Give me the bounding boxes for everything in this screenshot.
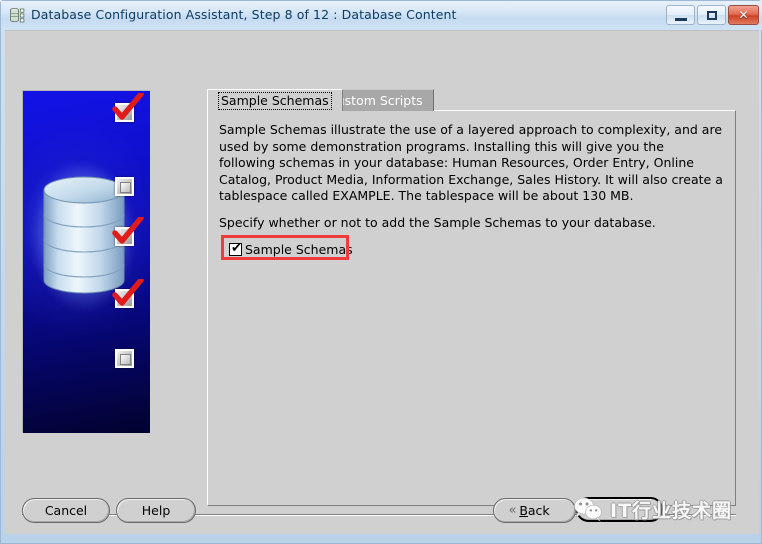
close-button[interactable]: ✕ xyxy=(728,5,759,25)
database-cylinder-icon xyxy=(43,176,125,294)
sample-schemas-checkbox-row[interactable]: ✔ Sample Schemas xyxy=(229,242,353,257)
cancel-button-label: Cancel xyxy=(44,503,88,518)
tab-content-panel: Sample Schemas illustrate the use of a l… xyxy=(207,110,736,506)
close-icon: ✕ xyxy=(738,8,749,22)
help-button[interactable]: Help xyxy=(116,498,196,523)
sample-schemas-checkbox[interactable]: ✔ xyxy=(229,241,242,256)
application-window: Database Configuration Assistant, Step 8… xyxy=(0,0,762,544)
sidebar-marker-3 xyxy=(115,227,134,246)
window-controls: ✕ xyxy=(666,5,759,25)
maximize-button[interactable] xyxy=(697,5,726,25)
minimize-button[interactable] xyxy=(666,5,695,25)
sidebar-illustration xyxy=(22,90,150,433)
sidebar-marker-5 xyxy=(115,349,134,368)
sidebar-marker-4 xyxy=(115,289,134,308)
client-area: Sample Schemas Custom Scripts Sample Sch… xyxy=(5,30,759,534)
sidebar-marker-1 xyxy=(115,103,134,122)
back-button-label: Back xyxy=(519,503,550,518)
back-button[interactable]: « Back xyxy=(493,498,576,523)
checkmark-icon: ✔ xyxy=(231,241,242,256)
maximize-icon xyxy=(707,11,717,20)
help-button-label: Help xyxy=(141,503,171,518)
tab-sample-schemas-label: Sample Schemas xyxy=(218,92,332,110)
cancel-button[interactable]: Cancel xyxy=(22,498,110,523)
database-icon xyxy=(10,7,25,23)
window-title: Database Configuration Assistant, Step 8… xyxy=(31,7,457,22)
minimize-icon xyxy=(675,18,687,21)
sidebar-marker-2 xyxy=(115,177,134,196)
sample-schemas-checkbox-label: Sample Schemas xyxy=(245,242,353,257)
instruction-paragraph: Specify whether or not to add the Sample… xyxy=(219,215,656,230)
tab-sample-schemas[interactable]: Sample Schemas xyxy=(207,89,343,111)
title-bar[interactable]: Database Configuration Assistant, Step 8… xyxy=(1,1,762,30)
description-paragraph: Sample Schemas illustrate the use of a l… xyxy=(219,122,723,203)
chevron-left-icon: « xyxy=(508,503,517,518)
next-button[interactable]: Next xyxy=(576,497,663,522)
